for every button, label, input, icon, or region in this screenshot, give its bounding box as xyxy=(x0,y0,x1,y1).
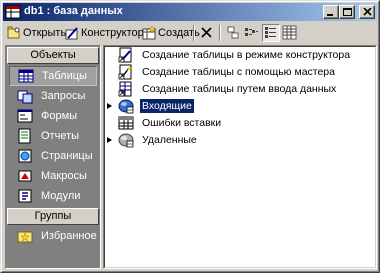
favorites-icon xyxy=(17,231,33,243)
form-icon xyxy=(17,109,33,123)
sidebar-item-tables[interactable]: Таблицы xyxy=(9,66,97,86)
sidebar-item-label: Модули xyxy=(41,190,81,202)
module-icon xyxy=(18,189,32,203)
sidebar-item-label: Избранное xyxy=(41,230,97,242)
toolbar: Открыть Конструктор Создать xyxy=(5,23,375,43)
table-icon xyxy=(18,69,34,83)
groups-group-button[interactable]: Группы xyxy=(7,208,99,225)
linked-table-icon xyxy=(118,133,134,148)
table-icon xyxy=(118,116,134,130)
database-window: db1 : база данных Открыть Конструктор Со… xyxy=(0,0,380,273)
large-icons-icon xyxy=(227,26,239,39)
datasheet-shortcut-icon xyxy=(118,81,132,97)
query-icon xyxy=(17,90,33,104)
database-icon[interactable] xyxy=(5,4,21,20)
window-title: db1 : база данных xyxy=(24,5,123,17)
list-item-label: Создание таблицы с помощью мастера xyxy=(142,66,335,78)
macro-icon xyxy=(18,170,32,182)
list-view-button[interactable] xyxy=(262,24,280,42)
maximize-icon xyxy=(343,8,352,16)
objects-group-button[interactable]: Объекты xyxy=(7,47,99,64)
sidebar-item-queries[interactable]: Запросы xyxy=(9,86,97,106)
close-icon xyxy=(363,8,372,16)
small-icons-button[interactable] xyxy=(242,24,260,42)
object-list: Создание таблицы в режиме конструктора С… xyxy=(103,45,377,269)
sidebar-item-label: Страницы xyxy=(41,150,93,162)
sidebar-item-label: Запросы xyxy=(41,90,86,102)
objects-bar: Объекты Таблицы Запросы Формы Отчеты Стр… xyxy=(5,45,101,269)
sidebar-item-macros[interactable]: Макросы xyxy=(9,166,97,186)
list-item-label: Удаленные xyxy=(142,134,197,146)
design-button[interactable]: Конструктор xyxy=(65,24,144,42)
list-item[interactable]: Входящие xyxy=(104,98,195,114)
open-label: Открыть xyxy=(23,27,67,39)
linked-table-icon xyxy=(118,99,134,114)
details-view-button[interactable] xyxy=(281,24,299,42)
report-icon xyxy=(18,128,31,144)
list-item[interactable]: Создание таблицы с помощью мастера xyxy=(104,64,337,80)
list-item-label: Создание таблицы путем ввода данных xyxy=(142,83,337,95)
delete-icon xyxy=(201,27,212,38)
list-item-label: Ошибки вставки xyxy=(142,117,222,129)
maximize-button[interactable] xyxy=(339,5,355,19)
open-icon xyxy=(7,26,20,39)
details-view-icon xyxy=(282,25,297,40)
create-button[interactable]: Создать xyxy=(142,24,200,42)
design-shortcut-icon xyxy=(118,47,132,63)
list-view-icon xyxy=(265,27,276,38)
title-bar[interactable]: db1 : база данных xyxy=(3,3,377,21)
create-icon xyxy=(142,26,156,40)
minimize-button[interactable] xyxy=(323,5,339,19)
toolbar-separator xyxy=(193,25,195,41)
wizard-shortcut-icon xyxy=(118,64,132,80)
list-item[interactable]: Ошибки вставки xyxy=(104,115,223,131)
sidebar-item-reports[interactable]: Отчеты xyxy=(9,126,97,146)
list-item-label: Создание таблицы в режиме конструктора xyxy=(142,49,351,61)
list-item[interactable]: Создание таблицы в режиме конструктора xyxy=(104,47,352,63)
delete-button[interactable] xyxy=(198,24,216,42)
sidebar-item-label: Отчеты xyxy=(41,130,80,142)
open-button[interactable]: Открыть xyxy=(7,24,66,42)
sidebar-item-label: Таблицы xyxy=(42,70,87,82)
sidebar-item-modules[interactable]: Модули xyxy=(9,186,97,206)
linked-arrow-icon xyxy=(106,98,114,114)
sidebar-item-pages[interactable]: Страницы xyxy=(9,146,97,166)
minimize-icon xyxy=(327,14,333,16)
list-item[interactable]: Создание таблицы путем ввода данных xyxy=(104,81,338,97)
sidebar-item-label: Макросы xyxy=(41,170,87,182)
small-icons-icon xyxy=(245,28,258,36)
large-icons-button[interactable] xyxy=(224,24,242,42)
close-button[interactable] xyxy=(359,5,375,19)
design-label: Конструктор xyxy=(81,27,144,39)
toolbar-separator xyxy=(219,25,221,41)
page-icon xyxy=(18,149,32,163)
sidebar-item-label: Формы xyxy=(41,110,78,122)
linked-arrow-icon xyxy=(106,132,114,148)
design-icon xyxy=(65,27,78,40)
list-item[interactable]: Удаленные xyxy=(104,132,199,148)
sidebar-item-favorites[interactable]: Избранное xyxy=(9,226,97,246)
sidebar-item-forms[interactable]: Формы xyxy=(9,106,97,126)
list-item-label: Входящие xyxy=(139,98,195,114)
